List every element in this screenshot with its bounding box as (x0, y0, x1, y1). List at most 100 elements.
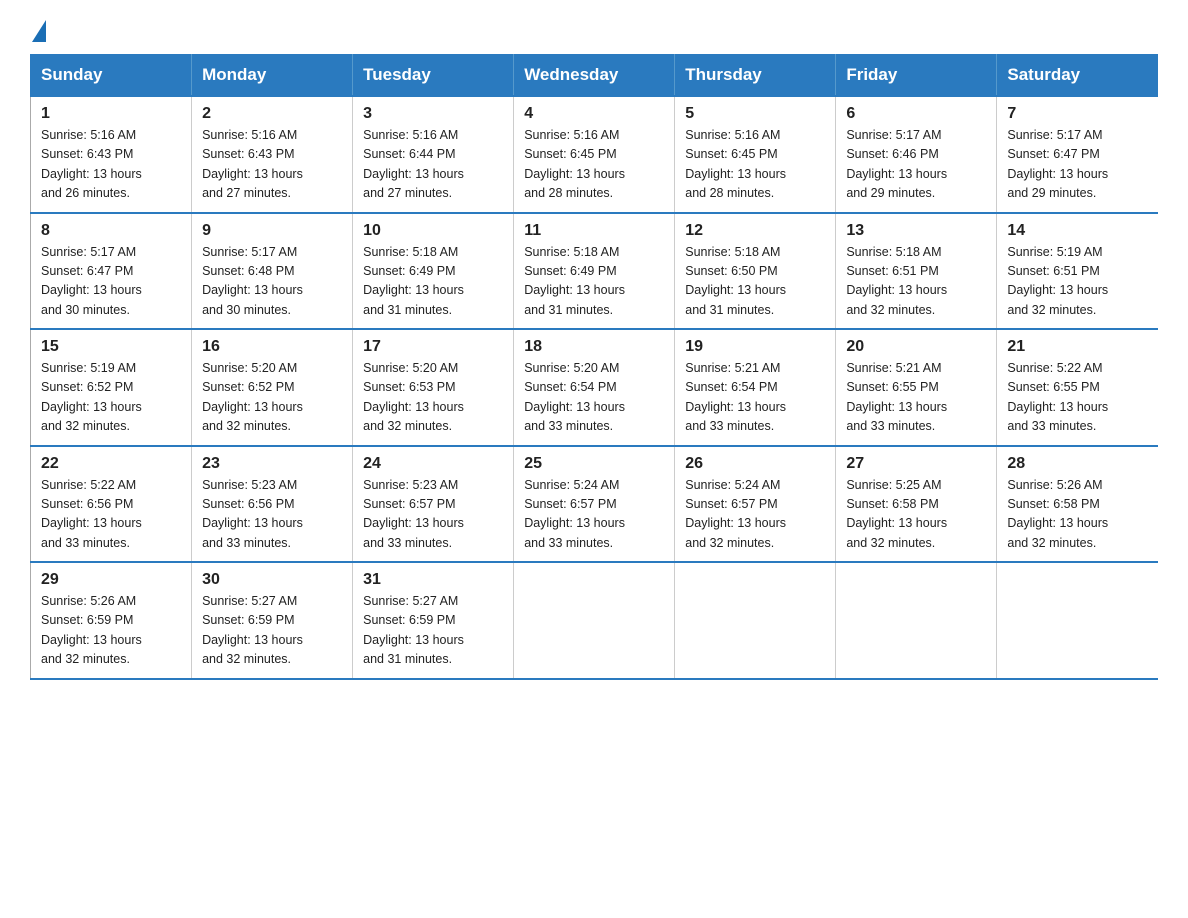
calendar-cell: 12Sunrise: 5:18 AMSunset: 6:50 PMDayligh… (675, 213, 836, 330)
calendar-week-row: 29 Sunrise: 5:26 AMSunset: 6:59 PMDayligh… (31, 562, 1159, 679)
day-number: 10 (363, 222, 503, 240)
day-info: Sunrise: 5:19 AMSunset: 6:52 PMDaylight:… (41, 359, 181, 437)
calendar-cell: 6 Sunrise: 5:17 AMSunset: 6:46 PMDaylight… (836, 96, 997, 213)
day-info: Sunrise: 5:17 AMSunset: 6:47 PMDaylight:… (1007, 126, 1148, 204)
calendar-cell: 29 Sunrise: 5:26 AMSunset: 6:59 PMDayligh… (31, 562, 192, 679)
calendar-cell: 9 Sunrise: 5:17 AMSunset: 6:48 PMDaylight… (192, 213, 353, 330)
header-cell-saturday: Saturday (997, 55, 1158, 97)
day-info: Sunrise: 5:24 AMSunset: 6:57 PMDaylight:… (524, 476, 664, 554)
header-row: SundayMondayTuesdayWednesdayThursdayFrid… (31, 55, 1159, 97)
day-number: 29 (41, 571, 181, 589)
day-info: Sunrise: 5:18 AMSunset: 6:49 PMDaylight:… (524, 243, 664, 321)
calendar-cell: 23 Sunrise: 5:23 AMSunset: 6:56 PMDayligh… (192, 446, 353, 563)
calendar-body: 1 Sunrise: 5:16 AMSunset: 6:43 PMDaylight… (31, 96, 1159, 679)
header-cell-tuesday: Tuesday (353, 55, 514, 97)
calendar-cell (836, 562, 997, 679)
calendar-cell: 31 Sunrise: 5:27 AMSunset: 6:59 PMDayligh… (353, 562, 514, 679)
calendar-week-row: 22 Sunrise: 5:22 AMSunset: 6:56 PMDayligh… (31, 446, 1159, 563)
calendar-cell: 20 Sunrise: 5:21 AMSunset: 6:55 PMDayligh… (836, 329, 997, 446)
calendar-cell: 21 Sunrise: 5:22 AMSunset: 6:55 PMDayligh… (997, 329, 1158, 446)
day-info: Sunrise: 5:23 AMSunset: 6:57 PMDaylight:… (363, 476, 503, 554)
day-number: 30 (202, 571, 342, 589)
day-info: Sunrise: 5:27 AMSunset: 6:59 PMDaylight:… (363, 592, 503, 670)
day-number: 17 (363, 338, 503, 356)
calendar-cell (997, 562, 1158, 679)
calendar-cell: 7 Sunrise: 5:17 AMSunset: 6:47 PMDaylight… (997, 96, 1158, 213)
calendar-table: SundayMondayTuesdayWednesdayThursdayFrid… (30, 54, 1158, 680)
calendar-cell: 27 Sunrise: 5:25 AMSunset: 6:58 PMDayligh… (836, 446, 997, 563)
calendar-cell: 3 Sunrise: 5:16 AMSunset: 6:44 PMDaylight… (353, 96, 514, 213)
day-number: 14 (1007, 222, 1148, 240)
day-info: Sunrise: 5:20 AMSunset: 6:54 PMDaylight:… (524, 359, 664, 437)
header-cell-wednesday: Wednesday (514, 55, 675, 97)
day-info: Sunrise: 5:18 AMSunset: 6:51 PMDaylight:… (846, 243, 986, 321)
day-number: 19 (685, 338, 825, 356)
calendar-cell: 14 Sunrise: 5:19 AMSunset: 6:51 PMDayligh… (997, 213, 1158, 330)
day-number: 27 (846, 455, 986, 473)
day-info: Sunrise: 5:26 AMSunset: 6:59 PMDaylight:… (41, 592, 181, 670)
day-info: Sunrise: 5:16 AMSunset: 6:43 PMDaylight:… (41, 126, 181, 204)
day-number: 21 (1007, 338, 1148, 356)
day-number: 8 (41, 222, 181, 240)
day-info: Sunrise: 5:16 AMSunset: 6:44 PMDaylight:… (363, 126, 503, 204)
calendar-cell: 19 Sunrise: 5:21 AMSunset: 6:54 PMDayligh… (675, 329, 836, 446)
day-number: 4 (524, 105, 664, 123)
calendar-cell: 30 Sunrise: 5:27 AMSunset: 6:59 PMDayligh… (192, 562, 353, 679)
day-info: Sunrise: 5:21 AMSunset: 6:55 PMDaylight:… (846, 359, 986, 437)
day-number: 20 (846, 338, 986, 356)
calendar-header: SundayMondayTuesdayWednesdayThursdayFrid… (31, 55, 1159, 97)
day-number: 3 (363, 105, 503, 123)
day-info: Sunrise: 5:21 AMSunset: 6:54 PMDaylight:… (685, 359, 825, 437)
logo-triangle-icon (32, 20, 46, 42)
day-info: Sunrise: 5:20 AMSunset: 6:53 PMDaylight:… (363, 359, 503, 437)
day-number: 25 (524, 455, 664, 473)
calendar-cell: 18 Sunrise: 5:20 AMSunset: 6:54 PMDayligh… (514, 329, 675, 446)
logo (30, 20, 48, 36)
day-number: 15 (41, 338, 181, 356)
day-info: Sunrise: 5:18 AMSunset: 6:49 PMDaylight:… (363, 243, 503, 321)
calendar-cell: 16Sunrise: 5:20 AMSunset: 6:52 PMDayligh… (192, 329, 353, 446)
day-info: Sunrise: 5:17 AMSunset: 6:46 PMDaylight:… (846, 126, 986, 204)
calendar-cell: 5 Sunrise: 5:16 AMSunset: 6:45 PMDaylight… (675, 96, 836, 213)
day-number: 23 (202, 455, 342, 473)
day-info: Sunrise: 5:17 AMSunset: 6:48 PMDaylight:… (202, 243, 342, 321)
day-info: Sunrise: 5:27 AMSunset: 6:59 PMDaylight:… (202, 592, 342, 670)
day-number: 6 (846, 105, 986, 123)
calendar-cell: 11 Sunrise: 5:18 AMSunset: 6:49 PMDayligh… (514, 213, 675, 330)
day-number: 1 (41, 105, 181, 123)
calendar-cell: 24 Sunrise: 5:23 AMSunset: 6:57 PMDayligh… (353, 446, 514, 563)
day-info: Sunrise: 5:25 AMSunset: 6:58 PMDaylight:… (846, 476, 986, 554)
day-info: Sunrise: 5:16 AMSunset: 6:45 PMDaylight:… (524, 126, 664, 204)
day-number: 18 (524, 338, 664, 356)
header-cell-thursday: Thursday (675, 55, 836, 97)
day-number: 26 (685, 455, 825, 473)
calendar-cell: 26Sunrise: 5:24 AMSunset: 6:57 PMDayligh… (675, 446, 836, 563)
day-info: Sunrise: 5:17 AMSunset: 6:47 PMDaylight:… (41, 243, 181, 321)
day-number: 11 (524, 222, 664, 240)
calendar-cell: 22 Sunrise: 5:22 AMSunset: 6:56 PMDayligh… (31, 446, 192, 563)
calendar-cell: 1 Sunrise: 5:16 AMSunset: 6:43 PMDaylight… (31, 96, 192, 213)
page-header (30, 20, 1158, 36)
calendar-week-row: 1 Sunrise: 5:16 AMSunset: 6:43 PMDaylight… (31, 96, 1159, 213)
calendar-cell: 28Sunrise: 5:26 AMSunset: 6:58 PMDayligh… (997, 446, 1158, 563)
day-info: Sunrise: 5:26 AMSunset: 6:58 PMDaylight:… (1007, 476, 1148, 554)
day-info: Sunrise: 5:19 AMSunset: 6:51 PMDaylight:… (1007, 243, 1148, 321)
day-number: 22 (41, 455, 181, 473)
calendar-cell: 4 Sunrise: 5:16 AMSunset: 6:45 PMDaylight… (514, 96, 675, 213)
day-number: 31 (363, 571, 503, 589)
day-info: Sunrise: 5:23 AMSunset: 6:56 PMDaylight:… (202, 476, 342, 554)
day-info: Sunrise: 5:16 AMSunset: 6:45 PMDaylight:… (685, 126, 825, 204)
day-number: 7 (1007, 105, 1148, 123)
calendar-cell: 25 Sunrise: 5:24 AMSunset: 6:57 PMDayligh… (514, 446, 675, 563)
day-number: 16 (202, 338, 342, 356)
day-number: 5 (685, 105, 825, 123)
calendar-cell: 8 Sunrise: 5:17 AMSunset: 6:47 PMDaylight… (31, 213, 192, 330)
day-info: Sunrise: 5:22 AMSunset: 6:55 PMDaylight:… (1007, 359, 1148, 437)
calendar-cell (514, 562, 675, 679)
calendar-cell: 17 Sunrise: 5:20 AMSunset: 6:53 PMDayligh… (353, 329, 514, 446)
day-info: Sunrise: 5:22 AMSunset: 6:56 PMDaylight:… (41, 476, 181, 554)
calendar-cell: 13Sunrise: 5:18 AMSunset: 6:51 PMDayligh… (836, 213, 997, 330)
day-number: 9 (202, 222, 342, 240)
day-info: Sunrise: 5:18 AMSunset: 6:50 PMDaylight:… (685, 243, 825, 321)
day-number: 24 (363, 455, 503, 473)
